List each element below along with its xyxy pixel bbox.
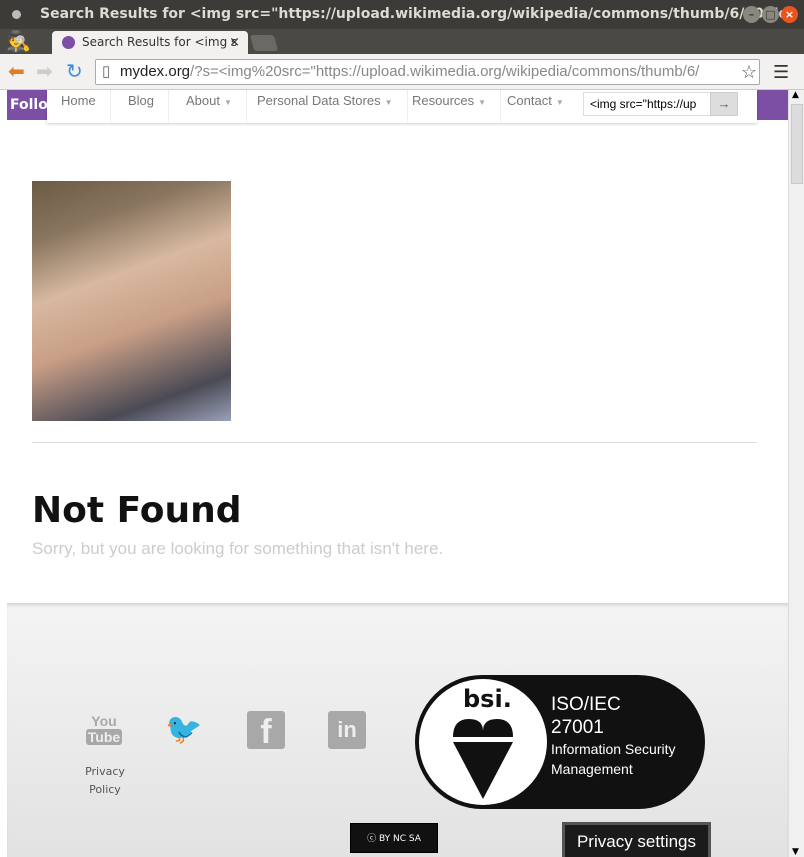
browser-toolbar: ⬅ ➡ ↻ ▯ mydex.org/?s=<img%20src="https:/… bbox=[0, 54, 804, 90]
youtube-icon[interactable]: You Tube bbox=[85, 713, 123, 751]
favicon-icon bbox=[62, 36, 75, 49]
nav-label: Contact bbox=[507, 93, 552, 108]
address-domain: mydex.org bbox=[120, 63, 191, 80]
creative-commons-badge[interactable]: ⓒ BY NC SA bbox=[350, 823, 438, 853]
incognito-icon: 🕵 bbox=[6, 29, 31, 53]
minimize-button[interactable]: – bbox=[743, 6, 760, 23]
iso-text: ISO/IEC 27001 Information Security Manag… bbox=[551, 693, 676, 779]
divider bbox=[32, 442, 757, 443]
page-title: Not Found bbox=[32, 490, 242, 531]
scroll-down-icon[interactable]: ▼ bbox=[792, 847, 799, 857]
app-icon bbox=[12, 10, 21, 19]
caret-down-icon: ▼ bbox=[384, 98, 393, 107]
address-path: /?s=<img%20src="https://upload.wikimedia… bbox=[190, 63, 700, 80]
bsi-brand: bsi. bbox=[463, 685, 512, 713]
nav-personal-data-stores[interactable]: Personal Data Stores ▼ bbox=[243, 90, 408, 123]
caret-down-icon: ▼ bbox=[223, 98, 232, 107]
injected-photo bbox=[32, 181, 231, 421]
nav-about[interactable]: About ▼ bbox=[172, 90, 247, 123]
reload-icon[interactable]: ↻ bbox=[66, 60, 83, 82]
nav-label: Blog bbox=[128, 93, 155, 108]
nav-home[interactable]: Home bbox=[47, 90, 111, 123]
scrollbar-thumb[interactable] bbox=[791, 104, 803, 184]
bsi-iso-badge: bsi. ISO/IEC 27001 Information Security … bbox=[415, 675, 705, 809]
twitter-icon[interactable]: 🐦 bbox=[165, 711, 203, 749]
cc-label: BY NC SA bbox=[378, 834, 421, 844]
iso-line: Information Security bbox=[551, 741, 676, 757]
nav-resources[interactable]: Resources ▼ bbox=[398, 90, 502, 123]
caret-down-icon: ▼ bbox=[478, 98, 487, 107]
iso-line: ISO/IEC bbox=[551, 694, 621, 715]
back-icon[interactable]: ⬅ bbox=[8, 60, 25, 82]
window-titlebar: Search Results for <img src="https://upl… bbox=[0, 0, 804, 29]
page-icon: ▯ bbox=[102, 63, 111, 80]
facebook-icon[interactable]: f bbox=[247, 711, 285, 751]
close-window-button[interactable]: × bbox=[781, 6, 798, 23]
address-bar[interactable]: ▯ mydex.org/?s=<img%20src="https://uploa… bbox=[95, 59, 760, 85]
footer: You Tube 🐦 f in Privacy Policy bsi. ISO/I… bbox=[7, 603, 788, 857]
web-page: Follow Home Blog About ▼ Personal Data St… bbox=[7, 90, 788, 857]
maximize-button[interactable]: □ bbox=[762, 6, 779, 23]
site-nav: Home Blog About ▼ Personal Data Stores ▼ R… bbox=[47, 90, 757, 123]
linkedin-icon[interactable]: in bbox=[328, 711, 366, 749]
scroll-up-icon[interactable]: ▲ bbox=[792, 90, 799, 100]
menu-icon[interactable]: ☰ bbox=[773, 62, 789, 83]
nav-label: Resources bbox=[412, 93, 475, 108]
tab-title: Search Results for <img s bbox=[82, 35, 238, 49]
tab-strip: 🕵 Search Results for <img s × bbox=[0, 29, 804, 54]
privacy-policy-link[interactable]: Privacy Policy bbox=[77, 763, 133, 799]
nav-label: Personal Data Stores bbox=[257, 93, 381, 108]
caret-down-icon: ▼ bbox=[555, 98, 564, 107]
window-title: Search Results for <img src="https://upl… bbox=[40, 6, 789, 22]
iso-line: Management bbox=[551, 761, 633, 777]
scrollbar[interactable]: ▲ ▼ bbox=[788, 90, 804, 857]
tab-search-results[interactable]: Search Results for <img s × bbox=[52, 31, 248, 54]
forward-icon[interactable]: ➡ bbox=[36, 60, 53, 82]
privacy-settings-button[interactable]: Privacy settings bbox=[562, 822, 711, 857]
not-found-message: Sorry, but you are looking for something… bbox=[32, 539, 444, 558]
new-tab-button[interactable] bbox=[249, 35, 279, 51]
site-search-input[interactable]: <img src="https://up bbox=[583, 92, 711, 116]
cc-icon: ⓒ bbox=[367, 834, 379, 844]
nav-blog[interactable]: Blog bbox=[114, 90, 170, 123]
search-submit-button[interactable]: → bbox=[710, 92, 738, 116]
nav-label: Home bbox=[61, 93, 96, 108]
nav-label: About bbox=[186, 93, 220, 108]
nav-contact[interactable]: Contact ▼ bbox=[493, 90, 578, 123]
bookmark-star-icon[interactable]: ☆ bbox=[740, 60, 757, 84]
tab-close-icon[interactable]: × bbox=[229, 31, 240, 54]
iso-line: 27001 bbox=[551, 717, 604, 738]
